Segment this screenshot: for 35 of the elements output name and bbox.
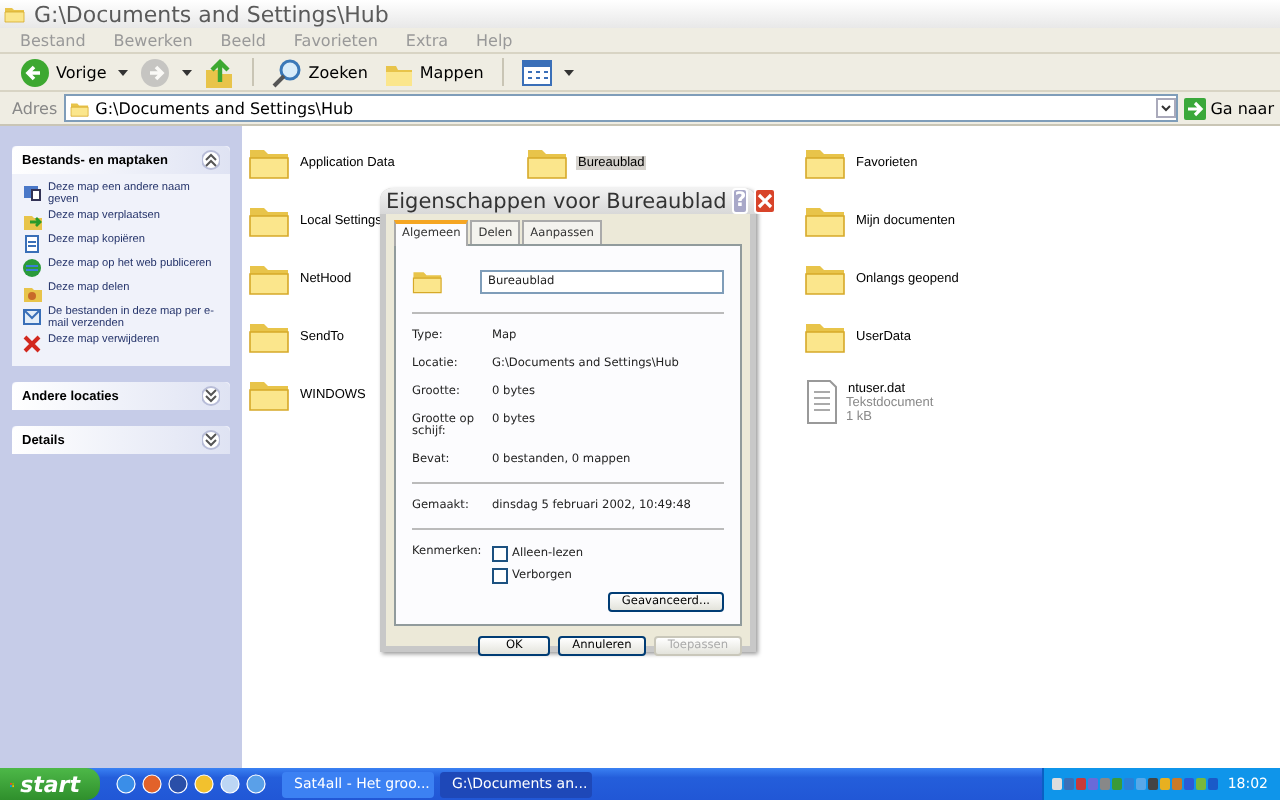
globe-icon [22,258,42,278]
window-title: G:\Documents and Settings\Hub [34,1,389,27]
dialog-title: Eigenschappen voor Bureaublad [386,189,727,213]
checkbox[interactable] [492,568,508,584]
search-icon [272,57,303,87]
collapse-chevron-icon[interactable] [202,150,220,170]
folder-icon [69,99,90,117]
go-arrow-icon [1184,97,1207,119]
envelope-icon [22,306,42,326]
move-folder-icon [22,210,42,230]
go-button[interactable]: Ga naar [1184,97,1274,119]
shared-folder-icon [22,282,42,302]
close-icon [756,192,775,210]
folder-icon [412,266,444,296]
dropdown-caret-icon [118,69,129,75]
dropdown-caret-icon [182,69,193,75]
folder-icon [4,4,26,24]
search-button[interactable]: Zoeken [268,55,372,89]
up-arrow-folder-icon [204,57,235,87]
folders-button[interactable]: Mappen [379,55,488,89]
copy-document-icon [22,234,42,254]
expand-chevron-icon[interactable] [202,430,220,450]
address-field[interactable]: G:\Documents and Settings\Hub [63,94,1179,122]
back-button[interactable]: Vorige [16,55,111,89]
text-document-icon [804,380,840,424]
views-button[interactable] [517,55,556,89]
checkbox[interactable] [492,546,508,562]
expand-chevron-icon[interactable] [202,386,220,406]
address-label: Adres [12,99,58,117]
tray-icons-drawing[interactable] [1051,776,1220,792]
views-grid-icon [521,57,552,87]
close-button[interactable] [754,188,777,214]
rename-icon [22,182,42,202]
close-icon [22,334,42,354]
dropdown-caret-icon [563,69,574,75]
